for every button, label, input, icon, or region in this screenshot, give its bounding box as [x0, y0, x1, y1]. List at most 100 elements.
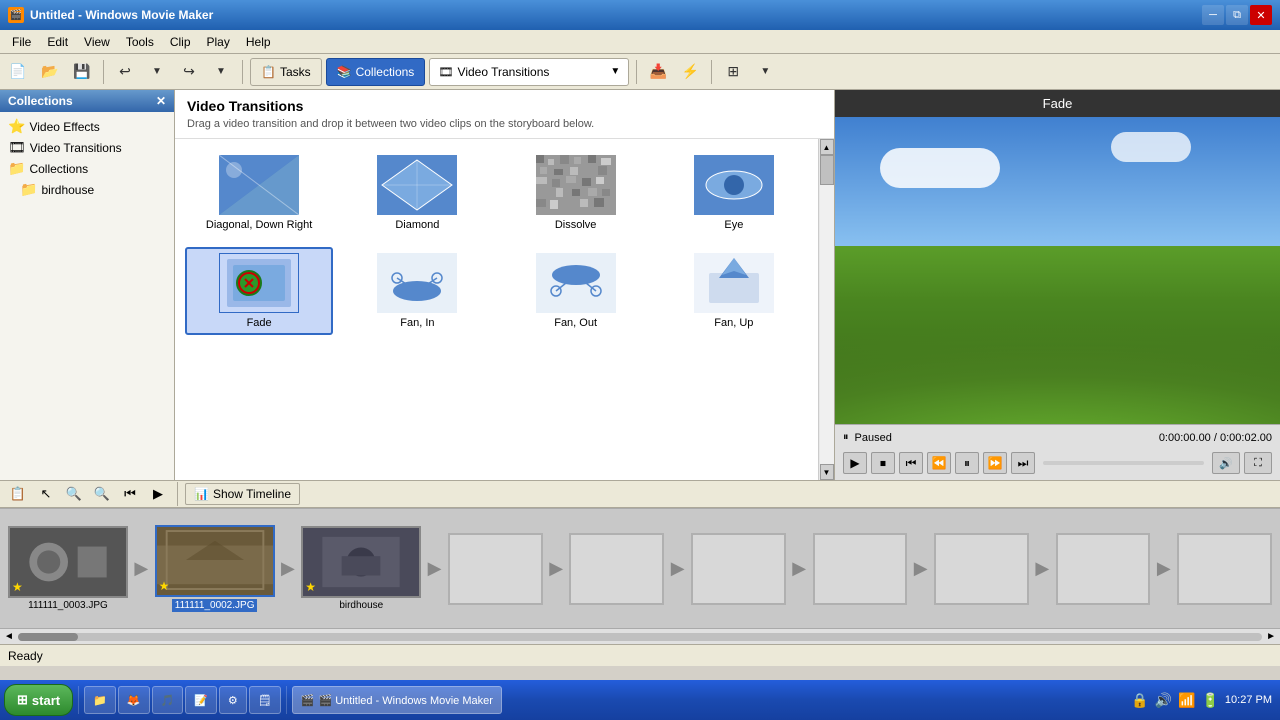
save-button[interactable]: 💾 — [68, 58, 96, 86]
close-button[interactable]: ✕ — [1250, 5, 1272, 25]
preview-progress-slider[interactable] — [1043, 461, 1204, 465]
toolbar: 📄 📂 💾 ↩ ▼ ↪ ▼ 📋 Tasks 📚 Collections 🎞 Vi… — [0, 54, 1280, 90]
titlebar: 🎬 Untitled - Windows Movie Maker ─ ⧉ ✕ — [0, 0, 1280, 30]
story-thumb-2[interactable]: ★ — [155, 525, 275, 597]
transitions-scrollbar[interactable]: ▲ ▼ — [818, 139, 834, 480]
tray-icon-volume[interactable]: 🔊 — [1155, 692, 1172, 709]
menu-tools[interactable]: Tools — [118, 33, 162, 51]
show-timeline-button[interactable]: 📊 Show Timeline — [185, 483, 300, 505]
transition-eye[interactable]: Eye — [660, 149, 808, 237]
rewind-button[interactable]: ⏮ — [899, 452, 923, 474]
preview-cloud1 — [880, 148, 1000, 188]
taskbar-media-button[interactable]: 🎵 — [152, 686, 184, 714]
tasks-button[interactable]: 📋 Tasks — [250, 58, 322, 86]
toolbar-sep3 — [636, 60, 637, 84]
story-thumb-1[interactable]: ★ — [8, 526, 128, 598]
transitions-dropdown[interactable]: 🎞 Video Transitions ▼ — [429, 58, 629, 86]
pause-button[interactable]: ⏸ — [955, 452, 979, 474]
panel-close-button[interactable]: ✕ — [156, 94, 166, 108]
transition-fan-out[interactable]: Fan, Out — [502, 247, 650, 335]
auto-button[interactable]: ⚡ — [676, 58, 704, 86]
menu-view[interactable]: View — [76, 33, 118, 51]
taskbar-folder-button[interactable]: 📁 — [84, 686, 116, 714]
taskbar-app-label: 🎬 Untitled - Windows Movie Maker — [318, 694, 492, 707]
preview-panel: Fade ⏸ Paused 0:00:00.00 / 0:00:02.00 — [835, 90, 1280, 480]
transition-fade[interactable]: Fade — [185, 247, 333, 335]
collections-icon: 📚 — [337, 65, 352, 79]
tray-icon-network2: 📶 — [1178, 692, 1195, 709]
minimize-button[interactable]: ─ — [1202, 5, 1224, 25]
menu-file[interactable]: File — [4, 33, 39, 51]
transition-diagonal-thumb — [219, 155, 299, 215]
storyboard-mode-button[interactable]: 📋 — [6, 483, 30, 505]
menu-edit[interactable]: Edit — [39, 33, 76, 51]
horizontal-scrollbar: ◄ ► — [0, 628, 1280, 644]
start-button[interactable]: ⊞ start — [4, 684, 73, 716]
new-button[interactable]: 📄 — [4, 58, 32, 86]
play-button[interactable]: ▶ — [843, 452, 867, 474]
step-forward-button[interactable]: ⏩ — [983, 452, 1007, 474]
panel-item-collections[interactable]: 📁 Collections — [4, 158, 170, 179]
taskbar-firefox-button[interactable]: 🦊 — [118, 686, 150, 714]
scrollbar-thumb[interactable] — [820, 155, 834, 185]
redo-button[interactable]: ↪ — [175, 58, 203, 86]
fast-forward-button[interactable]: ⏭ — [1011, 452, 1035, 474]
tasks-label: Tasks — [280, 65, 311, 79]
story-clip-3: ★ birdhouse — [301, 526, 421, 611]
taskbar-notes-button[interactable]: 🗒 — [249, 686, 281, 714]
select-button[interactable]: ↖ — [34, 483, 58, 505]
stop-button[interactable]: ⏹ — [871, 452, 895, 474]
left-panel-title: Collections — [8, 94, 73, 108]
taskbar-time: 10:27 PM — [1225, 694, 1272, 706]
taskbar-word-button[interactable]: 📝 — [185, 686, 217, 714]
story-thumb-3[interactable]: ★ — [301, 526, 421, 598]
collections-button[interactable]: 📚 Collections — [326, 58, 426, 86]
transition-dissolve[interactable]: Dissolve — [502, 149, 650, 237]
rewind-timeline-button[interactable]: ⏮ — [118, 483, 142, 505]
app-icon: 🎬 — [8, 7, 24, 23]
panel-item-birdhouse[interactable]: 📁 birdhouse — [4, 179, 170, 200]
transition-diamond-thumb — [377, 155, 457, 215]
volume-button[interactable]: 🔊 — [1212, 452, 1240, 474]
menu-play[interactable]: Play — [199, 33, 238, 51]
story-arrow-3: ▶ — [421, 533, 448, 605]
undo-arrow[interactable]: ▼ — [143, 58, 171, 86]
transition-diagonal[interactable]: Diagonal, Down Right — [185, 149, 333, 237]
scroll-thumb[interactable] — [18, 633, 78, 641]
view-arrow[interactable]: ▼ — [751, 58, 779, 86]
zoom-out-button[interactable]: 🔍 — [90, 483, 114, 505]
fullscreen-button[interactable]: ⛶ — [1244, 452, 1272, 474]
transitions-icon: 🎞 — [8, 139, 26, 156]
preview-background — [835, 117, 1280, 424]
story-empty-5 — [934, 533, 1029, 605]
story-arrow-2: ▶ — [275, 533, 302, 605]
open-button[interactable]: 📂 — [36, 58, 64, 86]
menu-help[interactable]: Help — [238, 33, 279, 51]
undo-button[interactable]: ↩ — [111, 58, 139, 86]
story-empty-4 — [813, 533, 908, 605]
preview-cloud2 — [1111, 132, 1191, 162]
zoom-in-button[interactable]: 🔍 — [62, 483, 86, 505]
taskbar-moviemaker-button[interactable]: 🎬 🎬 Untitled - Windows Movie Maker — [292, 686, 502, 714]
import-button[interactable]: 📥 — [644, 58, 672, 86]
toolbar-sep2 — [242, 60, 243, 84]
restore-button[interactable]: ⧉ — [1226, 5, 1248, 25]
scroll-up-button[interactable]: ▲ — [820, 139, 834, 155]
view-btn[interactable]: ⊞ — [719, 58, 747, 86]
taskbar-sep2 — [286, 686, 287, 714]
transition-fan-up[interactable]: Fan, Up — [660, 247, 808, 335]
scroll-right-button[interactable]: ► — [1266, 631, 1276, 642]
panel-item-video-transitions[interactable]: 🎞 Video Transitions — [4, 137, 170, 158]
menu-clip[interactable]: Clip — [162, 33, 199, 51]
transition-fan-in[interactable]: Fan, In — [343, 247, 491, 335]
play-timeline-button[interactable]: ▶ — [146, 483, 170, 505]
tray-icon-battery: 🔋 — [1201, 692, 1218, 709]
scroll-left-button[interactable]: ◄ — [4, 631, 14, 642]
taskbar-gear-button[interactable]: ⚙ — [219, 686, 247, 714]
redo-arrow[interactable]: ▼ — [207, 58, 235, 86]
transition-diamond[interactable]: Diamond — [343, 149, 491, 237]
step-back-button[interactable]: ⏪ — [927, 452, 951, 474]
scroll-down-button[interactable]: ▼ — [820, 464, 834, 480]
scroll-track[interactable] — [18, 633, 1262, 641]
panel-item-video-effects[interactable]: ⭐ Video Effects — [4, 116, 170, 137]
